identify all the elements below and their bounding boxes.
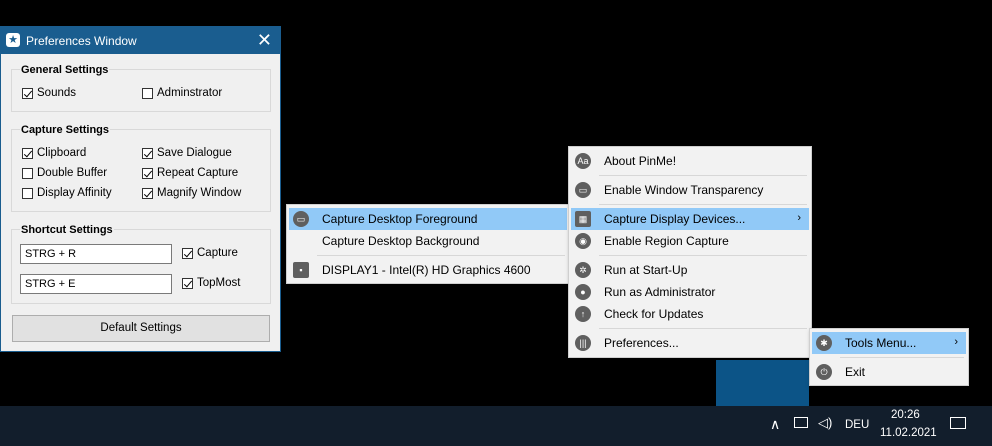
sliders-icon: ||| bbox=[575, 335, 591, 351]
menu-separator bbox=[840, 357, 964, 358]
notification-icon[interactable] bbox=[950, 417, 966, 429]
monitor-icon: ▭ bbox=[293, 211, 309, 227]
power-icon: ⏻ bbox=[816, 364, 832, 380]
monitor-icon: ▭ bbox=[575, 182, 591, 198]
checkbox-box[interactable] bbox=[182, 277, 193, 289]
sounds-checkbox[interactable]: Sounds bbox=[22, 85, 76, 101]
menu-separator bbox=[599, 328, 807, 329]
title-bar[interactable]: ★ Preferences Window ✕ bbox=[1, 27, 280, 54]
capture-background-item[interactable]: Capture Desktop Background bbox=[289, 230, 567, 252]
clipboard-checkbox[interactable]: Clipboard bbox=[22, 145, 86, 161]
main-context-menu: Aa About PinMe! ▭ Enable Window Transpar… bbox=[568, 146, 812, 358]
gear-icon: ✲ bbox=[575, 262, 591, 278]
checkbox-box[interactable] bbox=[142, 167, 153, 179]
checkbox-box[interactable] bbox=[182, 247, 193, 259]
menu-separator bbox=[317, 255, 565, 256]
display-affinity-checkbox[interactable]: Display Affinity bbox=[22, 185, 112, 201]
tray-menu: ✱ Tools Menu... › ⏻ Exit bbox=[809, 328, 969, 386]
shortcut-settings-heading: Shortcut Settings bbox=[20, 224, 114, 236]
checkbox-box[interactable] bbox=[22, 187, 33, 199]
window-title: Preferences Window bbox=[26, 34, 137, 48]
tools-icon: ✱ bbox=[816, 335, 832, 351]
topmost-checkbox[interactable]: TopMost bbox=[182, 275, 240, 291]
speaker-icon[interactable]: ◁) bbox=[818, 415, 832, 431]
exit-item[interactable]: ⏻ Exit bbox=[812, 361, 966, 383]
magnify-window-checkbox[interactable]: Magnify Window bbox=[142, 185, 241, 201]
display1-item[interactable]: ▪ DISPLAY1 - Intel(R) HD Graphics 4600 bbox=[289, 259, 567, 281]
checkbox-box[interactable] bbox=[22, 167, 33, 179]
capture-settings-heading: Capture Settings bbox=[20, 124, 111, 136]
check-updates-item[interactable]: ↑ Check for Updates bbox=[571, 303, 809, 325]
capture-shortcut-input[interactable]: STRG + R bbox=[20, 244, 172, 264]
picture-icon: ▪ bbox=[293, 262, 309, 278]
checkbox-box[interactable] bbox=[22, 87, 33, 99]
language-indicator[interactable]: DEU bbox=[845, 419, 869, 431]
administrator-checkbox[interactable]: Adminstrator bbox=[142, 85, 222, 101]
display-devices-submenu: ▭ Capture Desktop Foreground Capture Des… bbox=[286, 204, 570, 284]
window-transparency-item[interactable]: ▭ Enable Window Transparency bbox=[571, 179, 809, 201]
preferences-window: ★ Preferences Window ✕ General Settings … bbox=[0, 26, 281, 352]
capture-shortcut-checkbox[interactable]: Capture bbox=[182, 245, 238, 261]
checkbox-box[interactable] bbox=[22, 147, 33, 159]
double-buffer-checkbox[interactable]: Double Buffer bbox=[22, 165, 107, 181]
checkbox-box[interactable] bbox=[142, 87, 153, 99]
menu-separator bbox=[599, 175, 807, 176]
checkbox-box[interactable] bbox=[142, 147, 153, 159]
region-capture-item[interactable]: ◉ Enable Region Capture bbox=[571, 230, 809, 252]
close-icon[interactable]: ✕ bbox=[257, 30, 272, 50]
menu-separator bbox=[599, 204, 807, 205]
run-at-startup-item[interactable]: ✲ Run at Start-Up bbox=[571, 259, 809, 281]
tools-menu-item[interactable]: ✱ Tools Menu... › bbox=[812, 332, 966, 354]
chevron-right-icon: › bbox=[797, 212, 801, 224]
clock-date[interactable]: 11.02.2021 bbox=[880, 427, 937, 439]
topmost-shortcut-input[interactable]: STRG + E bbox=[20, 274, 172, 294]
network-icon[interactable] bbox=[794, 417, 808, 428]
app-star-icon: ★ bbox=[6, 33, 20, 47]
font-icon: Aa bbox=[575, 153, 591, 169]
cloud-upload-icon: ↑ bbox=[575, 306, 591, 322]
capture-display-devices-item[interactable]: ▦ Capture Display Devices... › bbox=[571, 208, 809, 230]
clock-time[interactable]: 20:26 bbox=[891, 409, 920, 421]
checkbox-box[interactable] bbox=[142, 187, 153, 199]
capture-foreground-item[interactable]: ▭ Capture Desktop Foreground bbox=[289, 208, 567, 230]
save-dialogue-checkbox[interactable]: Save Dialogue bbox=[142, 145, 232, 161]
film-icon: ▦ bbox=[575, 211, 591, 227]
general-settings-heading: General Settings bbox=[20, 64, 110, 76]
tray-app-tile bbox=[716, 360, 809, 406]
tray-chevron-icon[interactable]: ∧ bbox=[770, 416, 780, 433]
repeat-capture-checkbox[interactable]: Repeat Capture bbox=[142, 165, 238, 181]
about-item[interactable]: Aa About PinMe! bbox=[571, 150, 809, 172]
preferences-item[interactable]: ||| Preferences... bbox=[571, 332, 809, 354]
taskbar: ∧ ◁) DEU 20:26 11.02.2021 bbox=[0, 406, 992, 446]
user-icon: ● bbox=[575, 284, 591, 300]
chevron-right-icon: › bbox=[954, 336, 958, 348]
camera-icon: ◉ bbox=[575, 233, 591, 249]
default-settings-button[interactable]: Default Settings bbox=[12, 315, 270, 342]
menu-separator bbox=[599, 255, 807, 256]
run-as-admin-item[interactable]: ● Run as Administrator bbox=[571, 281, 809, 303]
